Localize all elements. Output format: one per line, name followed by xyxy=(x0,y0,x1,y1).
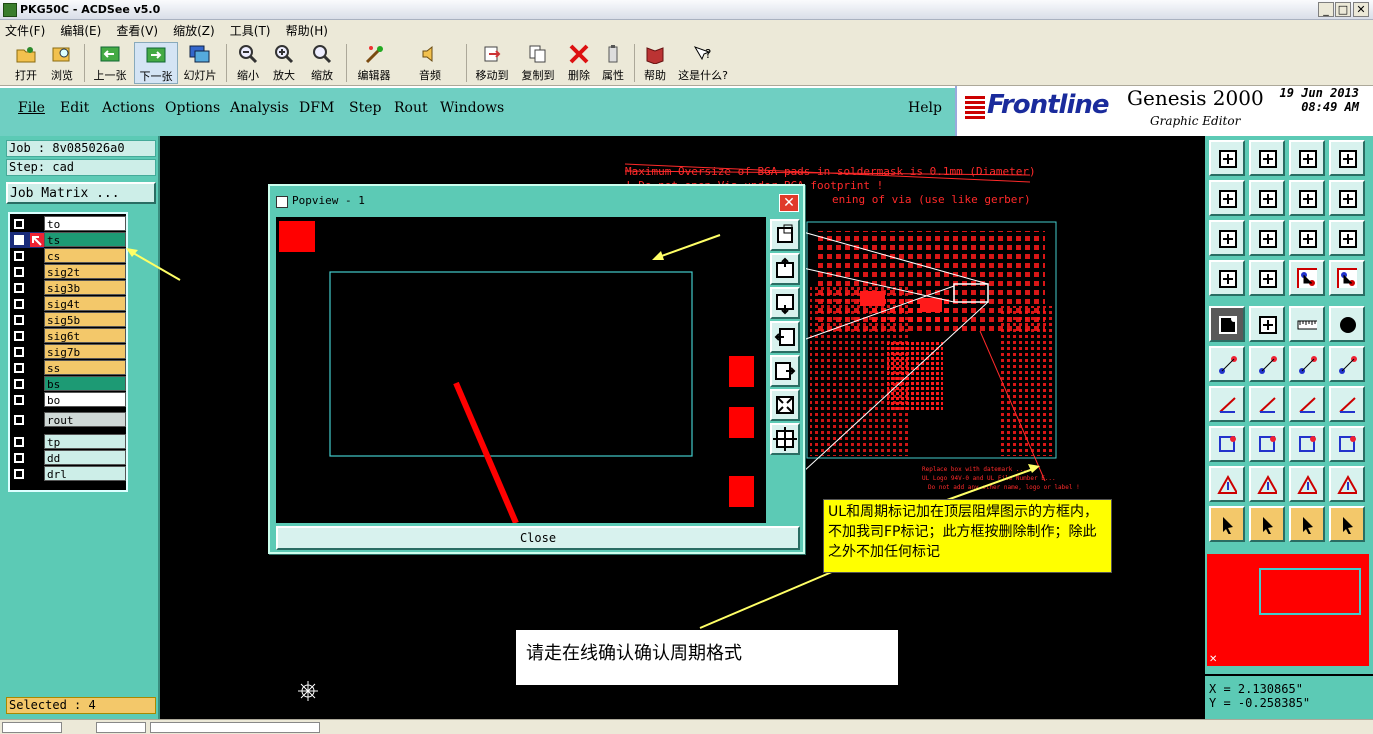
annotation-yellow-note: UL和周期标记加在顶层阻焊图示的方框内，不加我司FP标记；此方框按删除制作；除此… xyxy=(823,499,1112,573)
layer-checkbox[interactable] xyxy=(14,235,24,245)
screen: PKG50C - ACDSee v5.0 _ □ ✕ 文件(F) 编辑(E) 查… xyxy=(0,0,1373,734)
work-layer-arrow-icon xyxy=(30,233,44,247)
status-cell xyxy=(150,722,320,733)
status-bar xyxy=(0,719,1373,734)
status-cell xyxy=(2,722,62,733)
status-cell xyxy=(96,722,146,733)
annotation-arrows xyxy=(126,234,1040,629)
annotation-white-note: 请走在线确认确认周期格式 xyxy=(516,630,898,685)
